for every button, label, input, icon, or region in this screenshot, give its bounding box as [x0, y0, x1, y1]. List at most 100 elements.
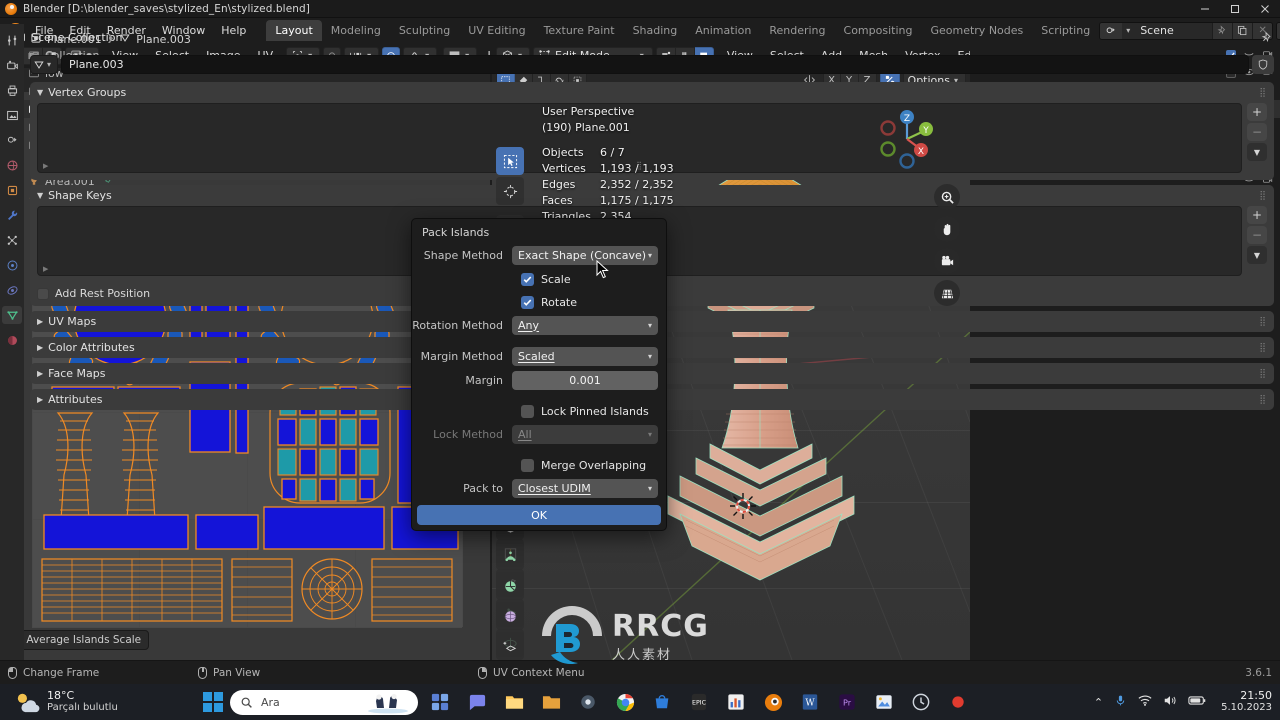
- rotation-method-select[interactable]: Any ▾: [512, 315, 658, 335]
- window-title-bar: Blender [D:\blender_saves\stylized_En\st…: [0, 0, 1280, 18]
- tab-render[interactable]: [2, 56, 22, 74]
- shear-icon[interactable]: [496, 542, 524, 570]
- tab-object-data[interactable]: [2, 306, 22, 324]
- chevron-down-icon: ▼: [37, 191, 44, 200]
- mesh-datablock-browse[interactable]: ▾: [30, 55, 58, 74]
- taskbar-clock[interactable]: 21:50 5.10.2023: [1221, 690, 1272, 714]
- shape-method-select[interactable]: Exact Shape (Concave) ▾: [512, 245, 658, 265]
- field-label: Margin: [465, 373, 503, 387]
- grip-dots-icon: ⣿: [1259, 87, 1267, 98]
- lock-method-value: All: [518, 427, 532, 441]
- list-expand-icon[interactable]: ▶: [43, 162, 48, 170]
- microphone-icon[interactable]: [1114, 694, 1127, 710]
- taskbar-store-icon[interactable]: [647, 687, 677, 717]
- sphere-tool-icon[interactable]: [496, 602, 524, 630]
- taskbar-clock-app-icon[interactable]: [906, 687, 936, 717]
- lock-pinned-islands-checkbox[interactable]: [521, 404, 534, 418]
- fake-user-shield-icon[interactable]: [1252, 55, 1274, 74]
- specials-menu-icon[interactable]: ▼: [1247, 143, 1267, 161]
- weather-temperature: 18°C: [47, 689, 75, 702]
- speaker-icon[interactable]: [1163, 694, 1177, 710]
- minimize-button[interactable]: [1190, 0, 1220, 18]
- taskbar-file-explorer-icon[interactable]: [499, 687, 529, 717]
- taskbar-word-icon[interactable]: W: [795, 687, 825, 717]
- rotate-checkbox[interactable]: [521, 295, 534, 309]
- taskbar-photos-icon[interactable]: [869, 687, 899, 717]
- shape-keys-list-buttons: + − ▼: [1247, 206, 1267, 276]
- remove-item-icon[interactable]: −: [1247, 123, 1267, 141]
- taskbar-chart-app-icon[interactable]: [721, 687, 751, 717]
- stat-value: 6 / 7: [600, 146, 625, 159]
- cursor-icon[interactable]: [496, 177, 524, 205]
- field-merge-overlapping[interactable]: Merge Overlapping: [412, 455, 666, 475]
- tab-world[interactable]: [2, 156, 22, 174]
- tab-modifiers[interactable]: [2, 206, 22, 224]
- stat-key: Edges: [542, 178, 576, 191]
- specials-menu-icon[interactable]: ▼: [1247, 246, 1267, 264]
- tab-output[interactable]: [2, 81, 22, 99]
- add-item-icon[interactable]: +: [1247, 206, 1267, 224]
- ok-button[interactable]: OK: [417, 505, 661, 525]
- battery-icon[interactable]: [1188, 695, 1206, 709]
- pan-hand-icon[interactable]: [934, 216, 960, 242]
- taskbar-premiere-pro-icon[interactable]: Pr: [832, 687, 862, 717]
- mesh-name-field[interactable]: Plane.003: [61, 55, 1249, 74]
- add-rest-position-label: Add Rest Position: [55, 287, 151, 300]
- status-hint-change-frame: Change Frame: [8, 666, 198, 679]
- add-item-icon[interactable]: +: [1247, 103, 1267, 121]
- field-label: Margin Method: [420, 349, 503, 363]
- tweak-select-box-icon[interactable]: [496, 147, 524, 175]
- tab-tool[interactable]: [2, 31, 22, 49]
- scale-checkbox[interactable]: [521, 272, 534, 286]
- merge-overlapping-checkbox[interactable]: [521, 458, 534, 472]
- rotate-label: Rotate: [541, 295, 578, 309]
- field-label: Rotation Method: [412, 318, 503, 332]
- taskbar-epic-games-icon[interactable]: EPIC: [684, 687, 714, 717]
- panel-header-vertex-groups[interactable]: ▼ Vertex Groups ⣿: [30, 82, 1274, 103]
- tab-particles[interactable]: [2, 231, 22, 249]
- camera-icon[interactable]: [934, 248, 960, 274]
- field-margin: Margin 0.001: [412, 370, 666, 390]
- taskbar-settings-gear-icon[interactable]: [573, 687, 603, 717]
- remove-item-icon[interactable]: −: [1247, 226, 1267, 244]
- taskbar-weather-widget[interactable]: 18°C Parçalı bulutlu: [0, 690, 118, 714]
- taskbar-teams-chat-icon[interactable]: [462, 687, 492, 717]
- breadcrumb-mesh-label[interactable]: Plane.003: [136, 33, 191, 46]
- add-rest-position-checkbox[interactable]: [37, 287, 49, 300]
- stat-key: Faces: [542, 194, 573, 207]
- margin-method-select[interactable]: Scaled ▾: [512, 346, 658, 366]
- breadcrumb-object-label[interactable]: Plane.001: [47, 33, 102, 46]
- tab-object[interactable]: [2, 181, 22, 199]
- field-scale[interactable]: Scale: [412, 269, 666, 289]
- tab-material[interactable]: [2, 331, 22, 349]
- tab-view-layer[interactable]: [2, 106, 22, 124]
- tab-constraints[interactable]: [2, 281, 22, 299]
- field-lock-pinned-islands[interactable]: Lock Pinned Islands: [412, 401, 666, 421]
- list-expand-icon[interactable]: ▶: [43, 265, 48, 273]
- stat-value: 1,193 / 1,193: [600, 162, 674, 175]
- taskbar-blender-app-icon[interactable]: [758, 687, 788, 717]
- close-button[interactable]: [1250, 0, 1280, 18]
- ortho-persp-grid-icon[interactable]: [934, 280, 960, 306]
- add-primitive-icon[interactable]: [496, 632, 524, 660]
- chevron-up-icon[interactable]: ⌃: [1094, 696, 1103, 709]
- chevron-right-icon: ▶: [37, 343, 44, 352]
- taskbar-widgets-icon[interactable]: [425, 687, 455, 717]
- pack-to-select[interactable]: Closest UDIM ▾: [512, 478, 658, 498]
- taskbar-folder-icon[interactable]: [536, 687, 566, 717]
- tab-scene[interactable]: [2, 131, 22, 149]
- maximize-button[interactable]: [1220, 0, 1250, 18]
- windows-start-icon[interactable]: [203, 692, 223, 712]
- zoom-icon[interactable]: [934, 184, 960, 210]
- rip-region-icon[interactable]: [496, 572, 524, 600]
- view-axis-gizmo[interactable]: Z Y X: [872, 104, 942, 174]
- tab-physics[interactable]: [2, 256, 22, 274]
- field-rotate[interactable]: Rotate: [412, 292, 666, 312]
- weather-condition: Parçalı bulutlu: [47, 702, 118, 713]
- margin-value-field[interactable]: 0.001: [512, 370, 658, 390]
- taskbar-search-box[interactable]: Ara: [230, 689, 418, 715]
- taskbar-chrome-icon[interactable]: [610, 687, 640, 717]
- taskbar-record-icon[interactable]: [943, 687, 973, 717]
- pin-icon[interactable]: [1261, 31, 1274, 47]
- wifi-icon[interactable]: [1138, 694, 1152, 710]
